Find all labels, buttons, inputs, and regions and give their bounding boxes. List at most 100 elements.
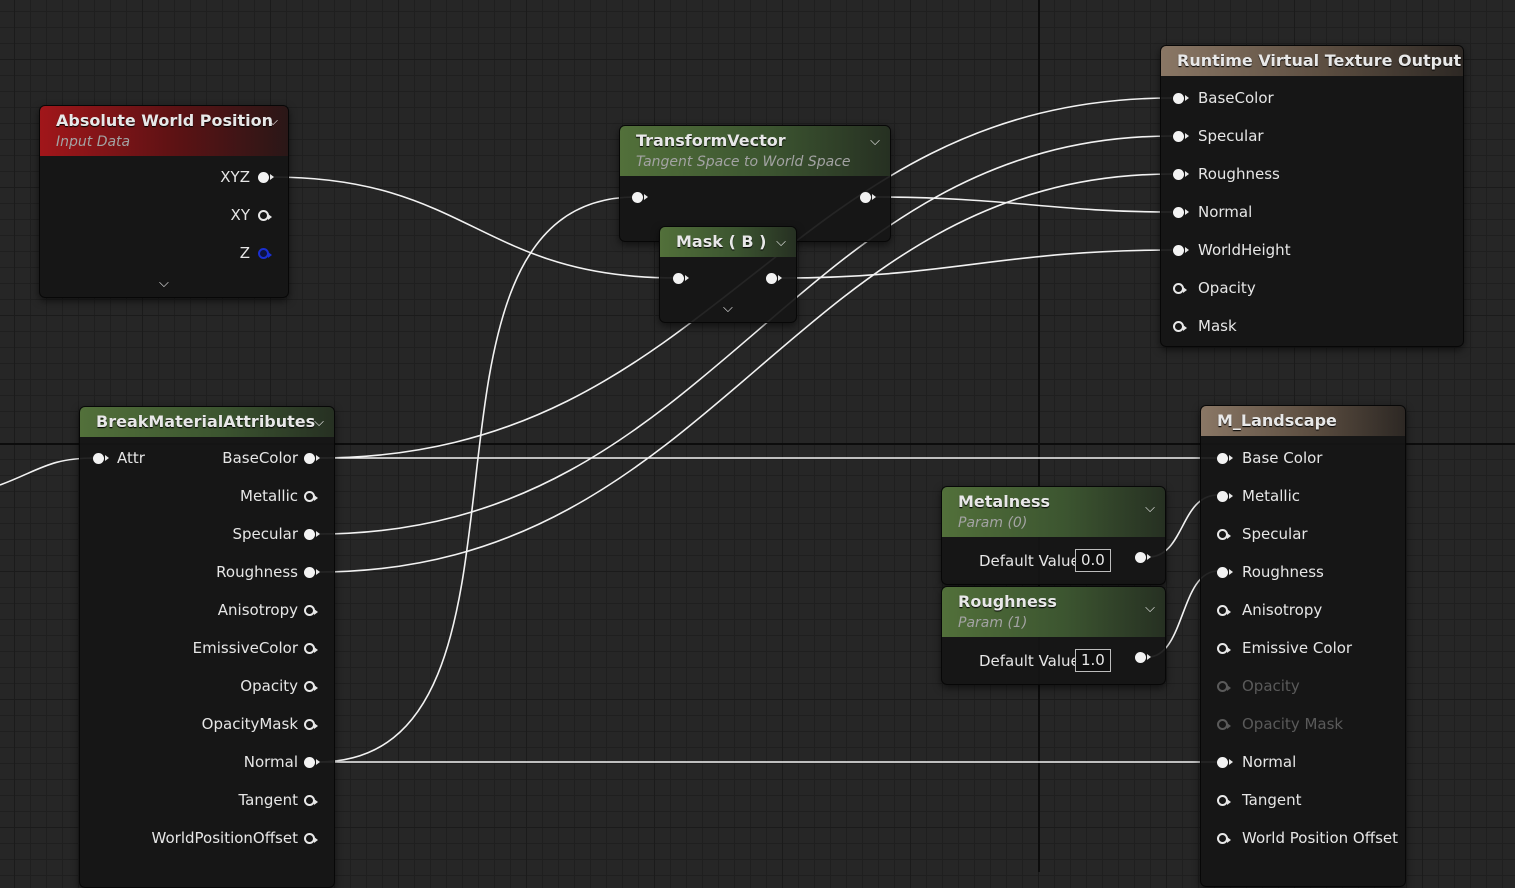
pin-anisotropy[interactable] (304, 605, 318, 616)
chevron-down-icon[interactable]: ⌵ (159, 276, 169, 291)
pin-normal[interactable] (1173, 207, 1189, 218)
node-metalness-param[interactable]: Metalness Param (0) ⌵ Default Value 0.0 (941, 486, 1166, 585)
pin-label: Specular (232, 525, 298, 543)
pin-emissivecolor[interactable] (304, 643, 318, 654)
node-header[interactable]: Runtime Virtual Texture Output ⌵ (1161, 46, 1463, 76)
pin-worldheight[interactable] (1173, 245, 1189, 256)
chevron-down-icon[interactable]: ⌵ (268, 114, 278, 129)
node-header[interactable]: TransformVector Tangent Space to World S… (620, 126, 890, 176)
pin-opacitymask[interactable] (304, 719, 318, 730)
node-subtitle: Tangent Space to World Space (636, 154, 851, 170)
node-absolute-world-position[interactable]: Absolute World Position Input Data ⌵ XYZ… (39, 105, 289, 298)
pin-label-xyz: XYZ (220, 168, 250, 186)
pin-label: Tangent (1242, 791, 1302, 809)
default-value-field[interactable]: 1.0 (1075, 649, 1111, 672)
node-runtime-virtual-texture-output[interactable]: Runtime Virtual Texture Output ⌵ BaseCol… (1160, 45, 1464, 347)
pin-worldpositionoffset[interactable] (304, 833, 318, 844)
pin-label: Tangent (238, 791, 298, 809)
pin-label: Metallic (1242, 487, 1300, 505)
pin-label: WorldHeight (1198, 241, 1291, 259)
node-roughness-param[interactable]: Roughness Param (1) ⌵ Default Value 1.0 (941, 586, 1166, 685)
pin-label: Specular (1198, 127, 1264, 145)
pin-basecolor[interactable] (1173, 93, 1189, 104)
node-subtitle: Input Data (56, 134, 131, 150)
node-title: TransformVector (636, 131, 786, 150)
pin-label: Specular (1242, 525, 1308, 543)
pin-mask-input[interactable] (673, 273, 689, 284)
pin-label: OpacityMask (201, 715, 298, 733)
pin-opacity[interactable] (1173, 283, 1187, 294)
node-title: BreakMaterialAttributes (96, 412, 316, 431)
pin-normal[interactable] (1217, 757, 1233, 768)
pin-z[interactable] (258, 248, 272, 259)
pin-label-xy: XY (230, 206, 250, 224)
pin-specular[interactable] (1173, 131, 1189, 142)
node-title: Mask ( B ) (676, 232, 767, 251)
pin-world-position-offset[interactable] (1217, 833, 1231, 844)
chevron-down-icon[interactable]: ⌵ (1145, 501, 1155, 516)
pin-metallic[interactable] (304, 491, 318, 502)
pin-label-attr: Attr (117, 449, 145, 467)
chevron-down-icon[interactable]: ⌵ (314, 415, 324, 430)
default-value-field[interactable]: 0.0 (1075, 549, 1111, 572)
pin-transform-input[interactable] (632, 192, 648, 203)
pin-roughness-output[interactable] (1135, 652, 1151, 663)
pin-base-color[interactable] (1217, 453, 1233, 464)
pin-label: BaseColor (222, 449, 298, 467)
pin-xy[interactable] (258, 210, 272, 221)
chevron-down-icon[interactable]: ⌵ (870, 134, 880, 149)
pin-label: Emissive Color (1242, 639, 1353, 657)
pin-attr-input[interactable] (93, 453, 109, 464)
default-value-label: Default Value (979, 652, 1080, 670)
pin-label: WorldPositionOffset (151, 829, 298, 847)
node-header[interactable]: Mask ( B ) ⌵ (660, 227, 796, 257)
pin-label: BaseColor (1198, 89, 1274, 107)
node-title: Absolute World Position (56, 111, 274, 130)
pin-opacity-mask (1217, 719, 1231, 730)
pin-opacity (1217, 681, 1231, 692)
pin-label: Base Color (1242, 449, 1323, 467)
chevron-down-icon[interactable]: ⌵ (1443, 54, 1453, 69)
node-subtitle: Param (1) (958, 615, 1028, 631)
node-subtitle: Param (0) (958, 515, 1028, 531)
pin-label: Opacity (1198, 279, 1256, 297)
node-header[interactable]: Roughness Param (1) ⌵ (942, 587, 1165, 637)
pin-metalness-output[interactable] (1135, 552, 1151, 563)
node-header[interactable]: Metalness Param (0) ⌵ (942, 487, 1165, 537)
pin-roughness[interactable] (1173, 169, 1189, 180)
pin-opacity[interactable] (304, 681, 318, 692)
pin-label: Normal (1242, 753, 1297, 771)
chevron-down-icon[interactable]: ⌵ (776, 235, 786, 250)
pin-label: Opacity (1242, 677, 1300, 695)
pin-metallic[interactable] (1217, 491, 1233, 502)
node-header[interactable]: M_Landscape (1201, 406, 1405, 436)
pin-specular[interactable] (1217, 529, 1231, 540)
pin-normal[interactable] (304, 757, 320, 768)
pin-mask[interactable] (1173, 321, 1187, 332)
pin-xyz[interactable] (258, 172, 274, 183)
pin-roughness[interactable] (1217, 567, 1233, 578)
pin-emissive-color[interactable] (1217, 643, 1231, 654)
pin-basecolor[interactable] (304, 453, 320, 464)
node-transform-vector[interactable]: TransformVector Tangent Space to World S… (619, 125, 891, 242)
pin-label-z: Z (239, 244, 250, 262)
chevron-down-icon[interactable]: ⌵ (723, 301, 733, 316)
node-m-landscape[interactable]: M_Landscape Base Color Metallic Specular… (1200, 405, 1406, 887)
pin-label: Mask (1198, 317, 1237, 335)
wire-mask-out-to-rvt-worldheight (779, 249, 1173, 279)
pin-tangent[interactable] (1217, 795, 1231, 806)
pin-anisotropy[interactable] (1217, 605, 1231, 616)
pin-label: Roughness (216, 563, 298, 581)
pin-roughness[interactable] (304, 567, 320, 578)
pin-tangent[interactable] (304, 795, 318, 806)
chevron-down-icon[interactable]: ⌵ (1145, 601, 1155, 616)
node-header[interactable]: Absolute World Position Input Data ⌵ (40, 106, 288, 156)
pin-specular[interactable] (304, 529, 320, 540)
node-mask[interactable]: Mask ( B ) ⌵ ⌵ (659, 226, 797, 323)
pin-label: Normal (1198, 203, 1253, 221)
pin-label: Opacity Mask (1242, 715, 1344, 733)
pin-transform-output[interactable] (860, 192, 876, 203)
node-header[interactable]: BreakMaterialAttributes ⌵ (80, 407, 334, 437)
pin-mask-output[interactable] (766, 273, 782, 284)
node-break-material-attributes[interactable]: BreakMaterialAttributes ⌵ Attr BaseColor… (79, 406, 335, 888)
